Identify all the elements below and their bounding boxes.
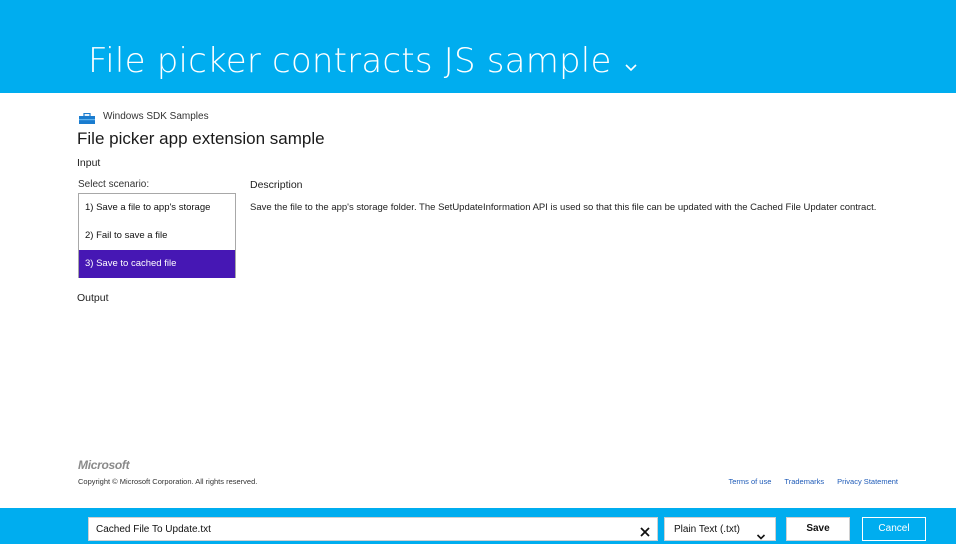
scenario-item-3[interactable]: 3) Save to cached file bbox=[79, 250, 235, 278]
copyright-text: Copyright © Microsoft Corporation. All r… bbox=[78, 477, 258, 486]
sdk-label: Windows SDK Samples bbox=[103, 110, 209, 122]
description-text: Save the file to the app's storage folde… bbox=[250, 202, 877, 213]
save-button[interactable]: Save bbox=[786, 517, 850, 541]
sample-title: File picker app extension sample bbox=[77, 129, 325, 148]
app-title-text: File picker contracts JS sample bbox=[88, 41, 612, 81]
scenario-list[interactable]: 1) Save a file to app's storage 2) Fail … bbox=[78, 193, 236, 278]
app-title-dropdown[interactable]: File picker contracts JS sample bbox=[88, 38, 638, 86]
description-heading: Description bbox=[250, 179, 303, 191]
input-heading: Input bbox=[77, 157, 101, 169]
footer-links: Terms of use Trademarks Privacy Statemen… bbox=[728, 477, 898, 486]
terms-of-use-link[interactable]: Terms of use bbox=[728, 477, 771, 486]
filename-input[interactable] bbox=[96, 518, 626, 540]
microsoft-logo: Microsoft bbox=[78, 458, 130, 472]
filename-field[interactable] bbox=[88, 517, 658, 541]
output-heading: Output bbox=[77, 292, 109, 304]
file-type-label: Plain Text (.txt) bbox=[674, 523, 740, 535]
chevron-down-icon[interactable] bbox=[624, 38, 638, 84]
chevron-down-icon bbox=[756, 526, 766, 540]
scenario-item-2[interactable]: 2) Fail to save a file bbox=[79, 222, 235, 250]
file-type-select[interactable]: Plain Text (.txt) bbox=[664, 517, 776, 541]
app-header: File picker contracts JS sample bbox=[0, 0, 956, 93]
privacy-statement-link[interactable]: Privacy Statement bbox=[837, 477, 898, 486]
toolbox-icon bbox=[78, 110, 96, 124]
close-icon[interactable] bbox=[639, 523, 651, 537]
cancel-button[interactable]: Cancel bbox=[862, 517, 926, 541]
scenario-caption: Select scenario: bbox=[78, 179, 150, 190]
trademarks-link[interactable]: Trademarks bbox=[784, 477, 824, 486]
sdk-breadcrumb: Windows SDK Samples bbox=[78, 108, 209, 124]
scenario-item-1[interactable]: 1) Save a file to app's storage bbox=[79, 194, 235, 222]
